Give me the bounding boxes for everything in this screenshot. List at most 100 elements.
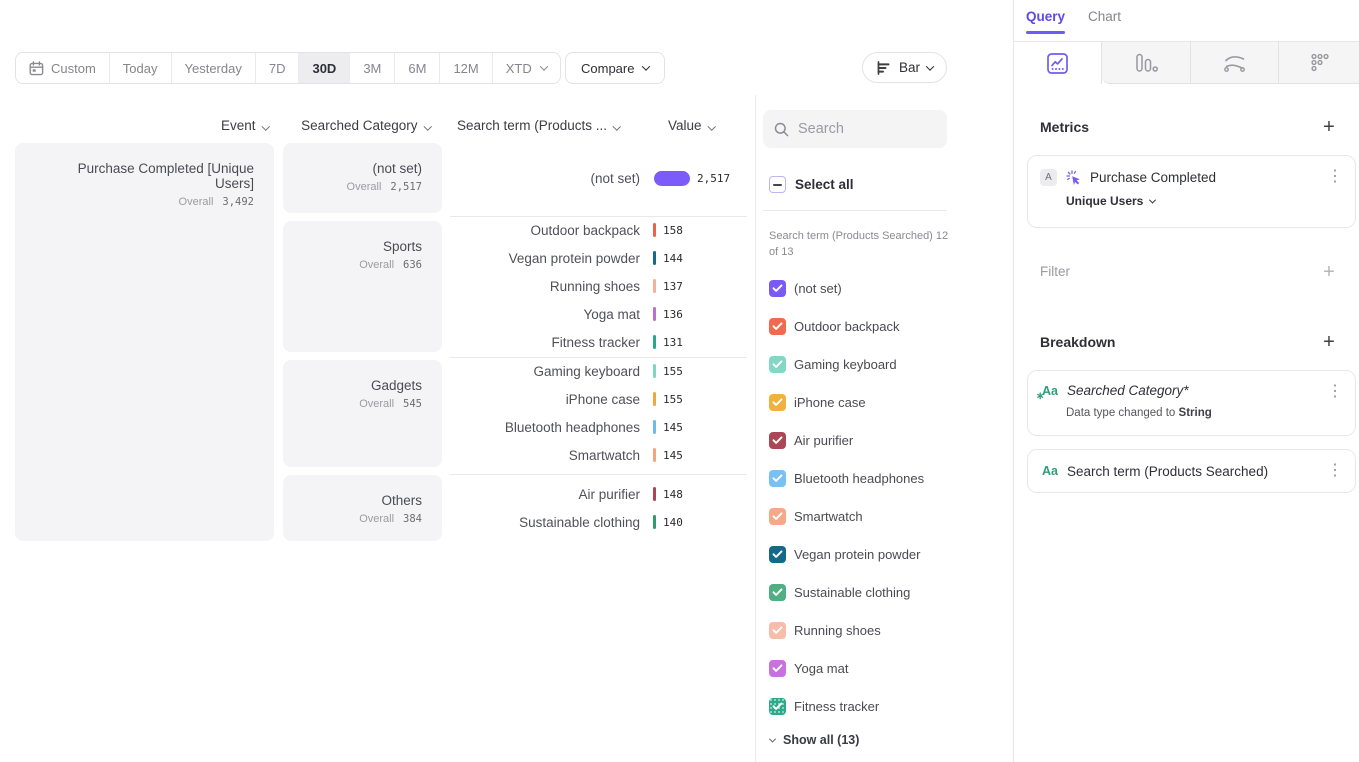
- show-all-button[interactable]: Show all (13): [770, 733, 859, 747]
- kebab-menu-icon[interactable]: ⋮: [1327, 463, 1343, 479]
- tab-flows[interactable]: [1190, 42, 1278, 84]
- filter-checkbox-item[interactable]: Air purifier: [769, 431, 853, 449]
- category-cell[interactable]: (not set) Overall2,517: [283, 143, 442, 213]
- date-range-custom[interactable]: Custom: [16, 53, 110, 83]
- category-cell[interactable]: Gadgets Overall545: [283, 360, 442, 467]
- value-bar: [654, 171, 690, 186]
- query-sidebar: Query Chart: [1013, 0, 1359, 762]
- filter-checkbox-item[interactable]: Yoga mat: [769, 659, 848, 677]
- filter-checkbox-item[interactable]: Gaming keyboard: [769, 355, 897, 373]
- filter-checkbox-item[interactable]: Bluetooth headphones: [769, 469, 924, 487]
- date-range-xtd[interactable]: XTD: [493, 53, 560, 83]
- tab-retention[interactable]: [1278, 42, 1359, 84]
- indeterminate-checkbox-icon: [769, 176, 786, 193]
- chart-type-select[interactable]: Bar: [862, 52, 947, 83]
- checked-checkbox-icon: [769, 584, 786, 601]
- table-row[interactable]: Bluetooth headphones 145: [450, 413, 750, 441]
- filter-checkbox-item[interactable]: iPhone case: [769, 393, 866, 411]
- checked-checkbox-icon: [769, 280, 786, 297]
- checked-checkbox-icon: [769, 470, 786, 487]
- table-row[interactable]: Yoga mat 136: [450, 300, 750, 328]
- date-range-3m[interactable]: 3M: [350, 53, 395, 83]
- value-bar: [653, 251, 656, 265]
- table-row[interactable]: iPhone case 155: [450, 385, 750, 413]
- tab-chart[interactable]: Chart: [1088, 9, 1121, 24]
- filter-checkbox-item[interactable]: (not set): [769, 279, 842, 297]
- bar-horizontal-icon: [876, 61, 892, 75]
- date-range-today[interactable]: Today: [110, 53, 172, 83]
- breakdown-card[interactable]: Aa∗ Searched Category* ⋮ Data type chang…: [1027, 370, 1356, 436]
- category-cell[interactable]: Others Overall384: [283, 475, 442, 541]
- checked-checkbox-icon: [769, 622, 786, 639]
- date-range-group: CustomTodayYesterday7D30D3M6M12MXTD: [15, 52, 561, 84]
- search-input[interactable]: [798, 121, 928, 137]
- table-row[interactable]: Outdoor backpack 158: [450, 216, 750, 244]
- column-header-category[interactable]: Searched Category: [283, 118, 430, 133]
- date-range-7d[interactable]: 7D: [256, 53, 300, 83]
- table-row[interactable]: (not set) 2,517: [450, 164, 750, 192]
- column-header-term[interactable]: Search term (Products ...: [457, 118, 620, 133]
- search-icon: [774, 122, 789, 137]
- add-metric-button[interactable]: +: [1319, 117, 1339, 137]
- filter-checkbox-item[interactable]: Sustainable clothing: [769, 583, 910, 601]
- flows-icon: [1223, 53, 1246, 73]
- tab-query[interactable]: Query: [1026, 9, 1065, 24]
- date-range-6m[interactable]: 6M: [395, 53, 440, 83]
- table-row[interactable]: Fitness tracker 131: [450, 328, 750, 356]
- select-all-checkbox[interactable]: Select all: [769, 176, 854, 193]
- value-bar: [653, 448, 656, 462]
- event-cell[interactable]: Purchase Completed [Unique Users] Overal…: [15, 143, 274, 541]
- filter-list-label: Search term (Products Searched) 12 of 13: [769, 228, 954, 260]
- divider: [763, 210, 947, 211]
- date-range-12m[interactable]: 12M: [440, 53, 492, 83]
- compare-label: Compare: [581, 61, 634, 76]
- chevron-down-icon: [926, 62, 934, 70]
- table-row[interactable]: Gaming keyboard 155: [450, 357, 750, 385]
- filter-checkbox-item[interactable]: Running shoes: [769, 621, 881, 639]
- value-bar: [653, 364, 656, 378]
- value-bar: [653, 279, 656, 293]
- value-bar: [653, 420, 656, 434]
- add-breakdown-button[interactable]: +: [1319, 332, 1339, 352]
- chart-type-label: Bar: [899, 60, 920, 75]
- search-box[interactable]: [763, 110, 947, 148]
- measure-select[interactable]: Unique Users: [1066, 194, 1355, 208]
- category-cell[interactable]: Sports Overall636: [283, 221, 442, 352]
- column-header-value[interactable]: Value: [668, 118, 714, 133]
- table-row[interactable]: Smartwatch 145: [450, 441, 750, 469]
- column-header-event[interactable]: Event: [15, 118, 268, 133]
- tab-insights[interactable]: [1014, 42, 1102, 84]
- table-row[interactable]: Sustainable clothing 140: [450, 508, 750, 536]
- breakdown-subtext: Data type changed to String: [1066, 407, 1355, 419]
- metric-card[interactable]: A Purchase Completed ⋮ Unique Users: [1027, 155, 1356, 228]
- filter-checkbox-item[interactable]: Outdoor backpack: [769, 317, 900, 335]
- date-range-30d[interactable]: 30D: [299, 53, 350, 83]
- chevron-down-icon: [261, 122, 269, 130]
- compare-button[interactable]: Compare: [565, 52, 665, 84]
- filter-checkbox-item[interactable]: Fitness tracker: [769, 697, 879, 715]
- table-row[interactable]: Running shoes 137: [450, 272, 750, 300]
- table-row[interactable]: Vegan protein powder 144: [450, 244, 750, 272]
- add-filter-button[interactable]: +: [1319, 262, 1339, 282]
- retention-icon: [1309, 52, 1330, 73]
- event-overall: Overall3,492: [35, 196, 254, 208]
- filter-checkbox-item[interactable]: Smartwatch: [769, 507, 863, 525]
- value-bar: [653, 487, 656, 501]
- checked-checkbox-icon: [769, 356, 786, 373]
- divider: [450, 474, 747, 475]
- date-range-yesterday[interactable]: Yesterday: [172, 53, 256, 83]
- tab-funnels[interactable]: [1102, 42, 1190, 84]
- value-bar: [653, 223, 656, 237]
- kebab-menu-icon[interactable]: ⋮: [1327, 384, 1343, 400]
- funnels-icon: [1135, 53, 1158, 73]
- breakdown-card[interactable]: Aa Search term (Products Searched) ⋮: [1027, 449, 1356, 493]
- checked-checkbox-icon: [769, 508, 786, 525]
- breakdown-name: Searched Category*: [1067, 383, 1189, 398]
- calendar-icon: [29, 61, 44, 76]
- chevron-down-icon: [1149, 196, 1156, 203]
- kebab-menu-icon[interactable]: ⋮: [1327, 169, 1343, 185]
- table-row[interactable]: Air purifier 148: [450, 480, 750, 508]
- chevron-down-icon: [613, 122, 621, 130]
- insights-icon: [1047, 53, 1068, 74]
- filter-checkbox-item[interactable]: Vegan protein powder: [769, 545, 920, 563]
